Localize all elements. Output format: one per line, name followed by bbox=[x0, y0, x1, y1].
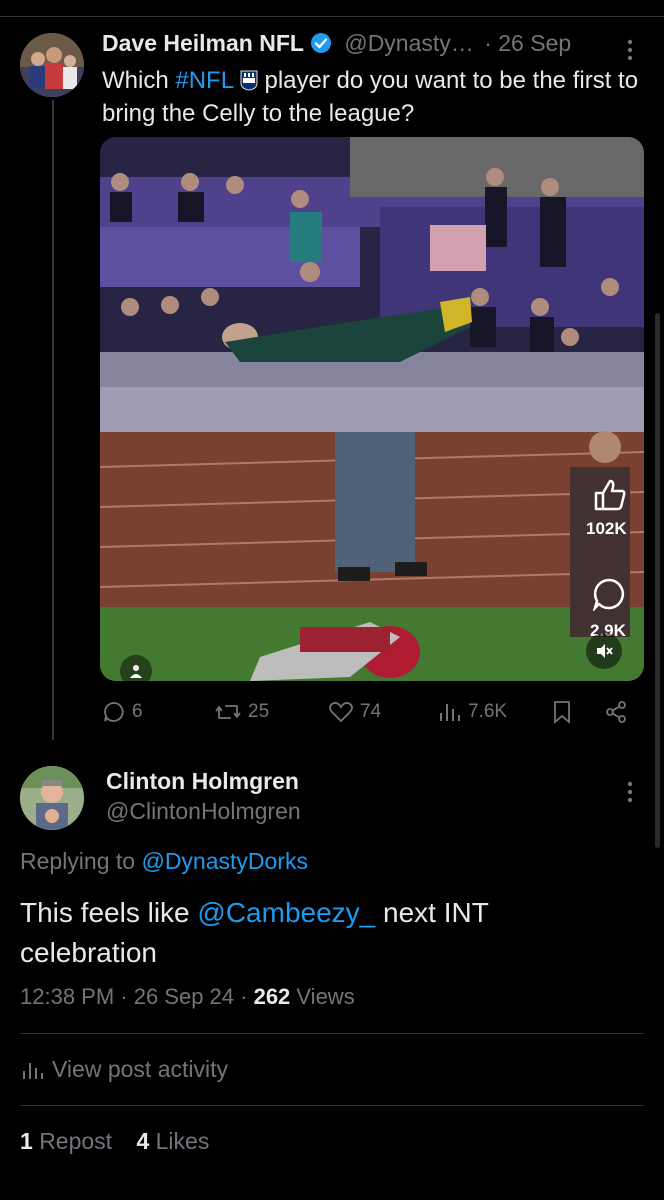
view-post-activity-label: View post activity bbox=[52, 1056, 228, 1082]
author-avatar[interactable] bbox=[20, 33, 84, 97]
reply-author-avatar[interactable] bbox=[20, 766, 84, 830]
top-divider bbox=[0, 16, 664, 17]
share-icon bbox=[606, 701, 626, 723]
reply-time[interactable]: 12:38 PM · 26 Sep 24 · bbox=[20, 984, 254, 1009]
nfl-logo-icon bbox=[240, 67, 258, 94]
bookmark-button[interactable] bbox=[552, 700, 572, 724]
likes-summary[interactable]: 4 Likes bbox=[136, 1128, 209, 1154]
post-text: Which #NFL player do you want to be the … bbox=[102, 64, 642, 130]
like-count: 74 bbox=[360, 701, 382, 722]
post-text-start: Which bbox=[102, 67, 176, 94]
reply-more-icon[interactable] bbox=[626, 780, 634, 804]
reply-icon bbox=[104, 702, 124, 722]
views-action[interactable]: 7.6K bbox=[438, 700, 507, 724]
reply-text: This feels like @Cambeezy_ next INT cele… bbox=[20, 893, 620, 973]
divider bbox=[20, 1033, 644, 1034]
reply-author-handle[interactable]: @ClintonHolmgren bbox=[106, 798, 301, 825]
replying-to-label: Replying to bbox=[20, 848, 142, 874]
repost-action[interactable]: 25 bbox=[214, 700, 269, 724]
like-action[interactable]: 74 bbox=[328, 700, 381, 724]
repost-icon bbox=[215, 705, 241, 719]
likes-total-label: Likes bbox=[155, 1128, 210, 1154]
views-count: 7.6K bbox=[468, 701, 508, 722]
scrollbar[interactable] bbox=[655, 313, 660, 848]
repost-total-label: Repost bbox=[39, 1128, 113, 1154]
bookmark-icon bbox=[554, 701, 570, 724]
post-header: Dave Heilman NFL @Dynasty… · 26 Sep bbox=[102, 30, 571, 60]
analytics-icon bbox=[23, 1062, 43, 1079]
repost-count: 25 bbox=[248, 701, 270, 722]
video-mute-icon[interactable] bbox=[586, 633, 622, 669]
replying-to: Replying to @DynastyDorks bbox=[20, 848, 308, 875]
heart-icon bbox=[329, 702, 353, 723]
video-like-count: 102K bbox=[586, 519, 627, 538]
repost-summary[interactable]: 1 Repost bbox=[20, 1128, 112, 1154]
divider bbox=[20, 1105, 644, 1106]
video-profile-icon[interactable] bbox=[120, 655, 152, 681]
reply-action[interactable]: 6 bbox=[102, 700, 143, 724]
post-more-icon[interactable] bbox=[626, 38, 634, 62]
share-button[interactable] bbox=[604, 700, 628, 724]
reply-author-name[interactable]: Clinton Holmgren bbox=[106, 768, 299, 795]
reply-views-label: Views bbox=[290, 984, 355, 1009]
post-actions: 6 25 74 7.6K bbox=[102, 700, 632, 730]
verified-badge-icon bbox=[310, 32, 332, 60]
post-date[interactable]: · 26 Sep bbox=[484, 30, 571, 56]
view-post-activity-button[interactable]: View post activity bbox=[20, 1056, 228, 1083]
thread-connector-line bbox=[52, 100, 54, 740]
views-icon bbox=[440, 704, 460, 721]
replying-to-handle[interactable]: @DynastyDorks bbox=[141, 848, 308, 874]
mention-link[interactable]: @Cambeezy_ bbox=[197, 897, 375, 928]
repost-total: 1 bbox=[20, 1128, 33, 1154]
likes-total: 4 bbox=[136, 1128, 150, 1154]
video-comment-icon[interactable] bbox=[592, 577, 626, 616]
hashtag-link[interactable]: #NFL bbox=[175, 67, 233, 94]
video-like-icon[interactable] bbox=[592, 477, 628, 518]
reply-count: 6 bbox=[132, 701, 143, 722]
reply-views-count: 262 bbox=[253, 984, 291, 1009]
post-video[interactable]: 102K 2.9K bbox=[100, 137, 644, 681]
author-handle[interactable]: @Dynasty… bbox=[344, 30, 473, 56]
reply-timestamp-line: 12:38 PM · 26 Sep 24 · 262 Views bbox=[20, 984, 355, 1010]
author-name[interactable]: Dave Heilman NFL bbox=[102, 30, 304, 56]
engagement-summary: 1 Repost 4 Likes bbox=[20, 1128, 209, 1155]
reply-text-start: This feels like bbox=[20, 897, 198, 928]
